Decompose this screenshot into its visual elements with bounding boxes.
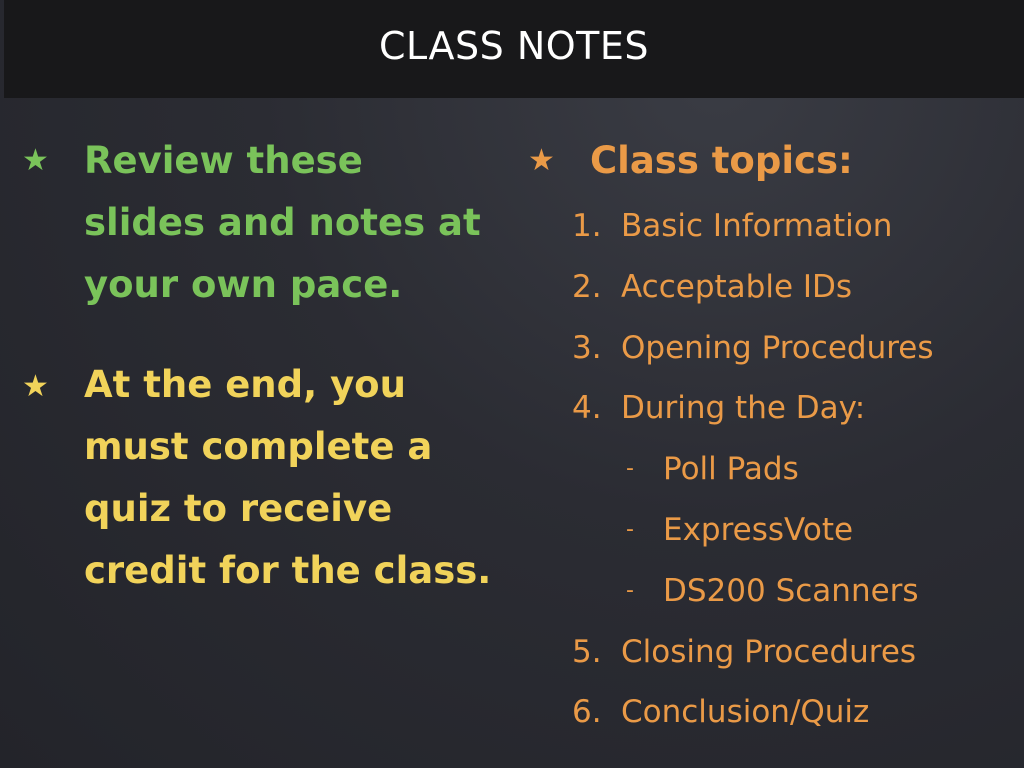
topic-number: 3. [572, 329, 602, 366]
topic-label: Basic Information [621, 208, 893, 244]
topic-label: Closing Procedures [621, 633, 917, 670]
topic-item: 3. Opening Procedures [572, 318, 934, 379]
quiz-line: quiz to receive [84, 487, 393, 530]
topic-label: Acceptable IDs [621, 268, 853, 305]
topic-item: 2. Acceptable IDs [572, 257, 934, 318]
topic-list: 1. Basic Information 2. Acceptable IDs 3. O… [572, 196, 934, 743]
quiz-line: credit for the class. [84, 549, 492, 592]
review-line: Review these [84, 139, 363, 182]
topic-label: Opening Procedures [621, 329, 934, 366]
topic-item: 6. Conclusion/Quiz [572, 682, 934, 743]
slide-title: CLASS NOTES [378, 24, 650, 68]
topic-number: 5. [572, 633, 602, 670]
review-line: your own pace. [84, 263, 403, 306]
topic-number: 4. [572, 390, 602, 427]
review-line: slides and notes at [84, 201, 481, 244]
star-icon: ★ [22, 369, 49, 404]
topic-number: 2. [572, 268, 602, 305]
subtopic-label: ExpressVote [663, 511, 854, 548]
topic-item: 5. Closing Procedures [572, 622, 934, 683]
review-bullet: Review these slides and notes at your ow… [84, 130, 514, 316]
topic-label: Conclusion/Quiz [621, 694, 870, 731]
topics-heading: Class topics: [590, 139, 853, 182]
topic-label: During the Day: [621, 390, 866, 427]
quiz-line: must complete a [84, 425, 433, 468]
dash-marker: - [626, 456, 634, 482]
quiz-bullet: At the end, you must complete a quiz to … [84, 354, 514, 602]
topic-item: 1. Basic Information [572, 196, 934, 257]
topic-item: 4. During the Day: [572, 378, 934, 439]
quiz-line: At the end, you [84, 363, 406, 406]
topic-number: 1. [572, 208, 602, 244]
star-icon: ★ [528, 143, 555, 178]
subtopic-item: - Poll Pads [572, 439, 934, 500]
subtopic-label: Poll Pads [663, 451, 799, 488]
star-icon: ★ [22, 143, 49, 178]
dash-marker: - [626, 516, 634, 542]
dash-marker: - [626, 577, 634, 603]
subtopic-item: - DS200 Scanners [572, 561, 934, 622]
topic-number: 6. [572, 694, 602, 731]
subtopic-label: DS200 Scanners [663, 572, 919, 609]
title-bar: CLASS NOTES [4, 0, 1024, 98]
subtopic-item: - ExpressVote [572, 500, 934, 561]
